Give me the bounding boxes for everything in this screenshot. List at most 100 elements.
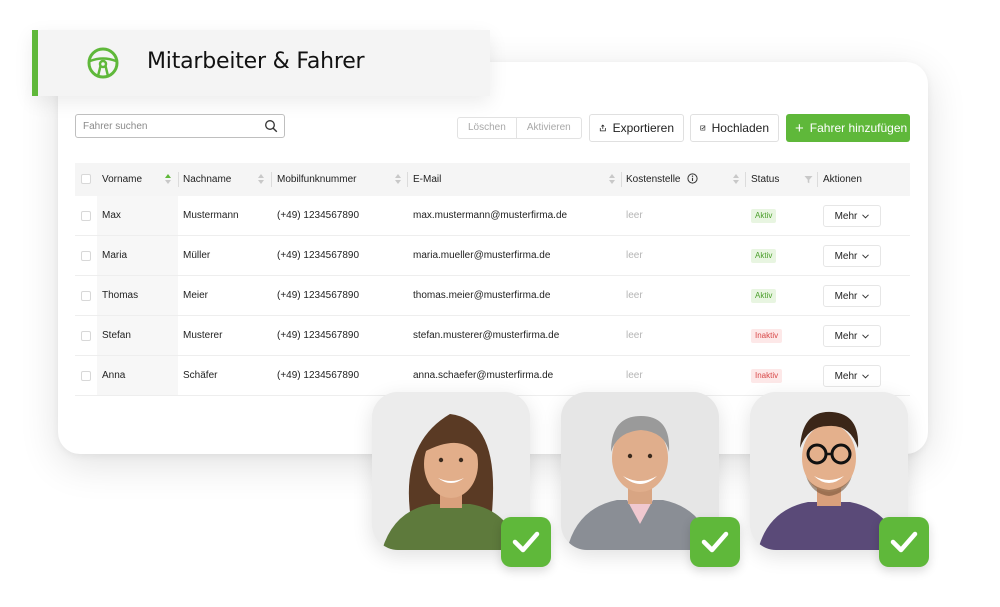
upload-button[interactable]: Hochladen: [690, 114, 779, 142]
search-box[interactable]: [75, 114, 285, 138]
plus-icon: +: [795, 119, 804, 137]
row-checkbox[interactable]: [81, 371, 91, 381]
more-button[interactable]: Mehr: [823, 205, 881, 227]
cell-cost-center: leer: [626, 370, 643, 381]
more-label: Mehr: [834, 370, 858, 382]
more-label: Mehr: [834, 290, 858, 302]
chevron-down-icon: [862, 293, 870, 299]
info-icon[interactable]: [687, 173, 698, 184]
table-row[interactable]: Maria Müller (+49) 1234567890 maria.muel…: [75, 236, 910, 276]
sort-icon[interactable]: [732, 173, 740, 185]
cell-first-name: Anna: [102, 370, 126, 381]
cell-cost-center: leer: [626, 330, 643, 341]
column-divider: [407, 172, 408, 187]
page-title: Mitarbeiter & Fahrer: [147, 49, 365, 74]
cell-last-name: Meier: [183, 290, 209, 301]
status-badge: Aktiv: [751, 248, 777, 263]
status-badge: Aktiv: [751, 208, 777, 223]
cell-cost-center: leer: [626, 290, 643, 301]
column-divider: [817, 172, 818, 187]
upload-label: Hochladen: [711, 121, 769, 135]
export-button[interactable]: Exportieren: [589, 114, 684, 142]
check-icon: [501, 517, 551, 567]
header-first-name[interactable]: Vorname: [102, 163, 142, 196]
bulk-action-group: Löschen Aktivieren: [457, 117, 582, 139]
steering-wheel-icon: [87, 47, 119, 79]
cell-last-name: Mustermann: [183, 210, 239, 221]
cell-first-name: Maria: [102, 250, 128, 261]
cell-email: thomas.meier@musterfirma.de: [413, 290, 551, 301]
header-actions: Aktionen: [823, 174, 862, 185]
sort-icon[interactable]: [608, 173, 616, 185]
row-checkbox[interactable]: [81, 251, 91, 261]
sort-icon[interactable]: [394, 173, 402, 185]
cell-last-name: Müller: [183, 250, 211, 261]
header-mobile[interactable]: Mobilfunknummer: [277, 163, 356, 196]
page-header: Mitarbeiter & Fahrer: [32, 30, 490, 96]
cell-mobile: (+49) 1234567890: [277, 210, 360, 221]
cell-email: max.mustermann@musterfirma.de: [413, 210, 568, 221]
cell-mobile: (+49) 1234567890: [277, 370, 360, 381]
more-button[interactable]: Mehr: [823, 365, 881, 387]
cell-last-name: Schäfer: [183, 370, 218, 381]
more-button[interactable]: Mehr: [823, 285, 881, 307]
more-label: Mehr: [834, 330, 858, 342]
status-badge: Aktiv: [751, 288, 777, 303]
table-header: Vorname Nachname Mobilfunknummer E-Mail …: [75, 163, 910, 196]
status-badge: Inaktiv: [751, 368, 783, 383]
cell-last-name: Musterer: [183, 330, 223, 341]
add-driver-label: Fahrer hinzufügen: [809, 121, 908, 135]
more-button[interactable]: Mehr: [823, 325, 881, 347]
cell-first-name: Max: [102, 210, 121, 221]
export-label: Exportieren: [612, 121, 674, 135]
cell-cost-center: leer: [626, 250, 643, 261]
cell-first-name: Thomas: [102, 290, 139, 301]
check-icon: [690, 517, 740, 567]
cell-mobile: (+49) 1234567890: [277, 250, 360, 261]
column-divider: [271, 172, 272, 187]
chevron-down-icon: [862, 373, 870, 379]
chevron-down-icon: [862, 333, 870, 339]
delete-button[interactable]: Löschen: [458, 118, 516, 138]
upload-icon: [700, 125, 706, 131]
sort-icon[interactable]: [257, 173, 265, 185]
more-label: Mehr: [834, 250, 858, 262]
column-divider: [178, 172, 179, 187]
header-last-name[interactable]: Nachname: [183, 163, 231, 196]
add-driver-button[interactable]: + Fahrer hinzufügen: [786, 114, 910, 142]
cell-mobile: (+49) 1234567890: [277, 290, 360, 301]
search-input[interactable]: [76, 115, 256, 137]
header-cost-center[interactable]: Kostenstelle: [626, 163, 680, 196]
row-checkbox[interactable]: [81, 291, 91, 301]
table-row[interactable]: Thomas Meier (+49) 1234567890 thomas.mei…: [75, 276, 910, 316]
cell-email: maria.mueller@musterfirma.de: [413, 250, 551, 261]
row-checkbox[interactable]: [81, 211, 91, 221]
cell-email: stefan.musterer@musterfirma.de: [413, 330, 560, 341]
cell-cost-center: leer: [626, 210, 643, 221]
export-icon: [599, 124, 606, 132]
table-row[interactable]: Stefan Musterer (+49) 1234567890 stefan.…: [75, 316, 910, 356]
table-row[interactable]: Anna Schäfer (+49) 1234567890 anna.schae…: [75, 356, 910, 396]
stage: Mitarbeiter & Fahrer Löschen Aktivieren …: [0, 0, 1000, 607]
cell-mobile: (+49) 1234567890: [277, 330, 360, 341]
column-divider: [745, 172, 746, 187]
check-icon: [879, 517, 929, 567]
status-badge: Inaktiv: [751, 328, 783, 343]
row-checkbox[interactable]: [81, 331, 91, 341]
column-divider: [621, 172, 622, 187]
filter-icon[interactable]: [804, 175, 813, 184]
header-status[interactable]: Status: [751, 163, 779, 196]
cell-email: anna.schaefer@musterfirma.de: [413, 370, 554, 381]
chevron-down-icon: [862, 213, 870, 219]
chevron-down-icon: [862, 253, 870, 259]
drivers-table: Vorname Nachname Mobilfunknummer E-Mail …: [75, 163, 910, 396]
activate-button[interactable]: Aktivieren: [515, 118, 581, 138]
sort-icon-active[interactable]: [164, 173, 172, 185]
table-row[interactable]: Max Mustermann (+49) 1234567890 max.must…: [75, 196, 910, 236]
cell-first-name: Stefan: [102, 330, 131, 341]
search-icon[interactable]: [264, 119, 278, 133]
more-label: Mehr: [834, 210, 858, 222]
select-all-checkbox[interactable]: [81, 174, 91, 184]
more-button[interactable]: Mehr: [823, 245, 881, 267]
header-email[interactable]: E-Mail: [413, 163, 441, 196]
